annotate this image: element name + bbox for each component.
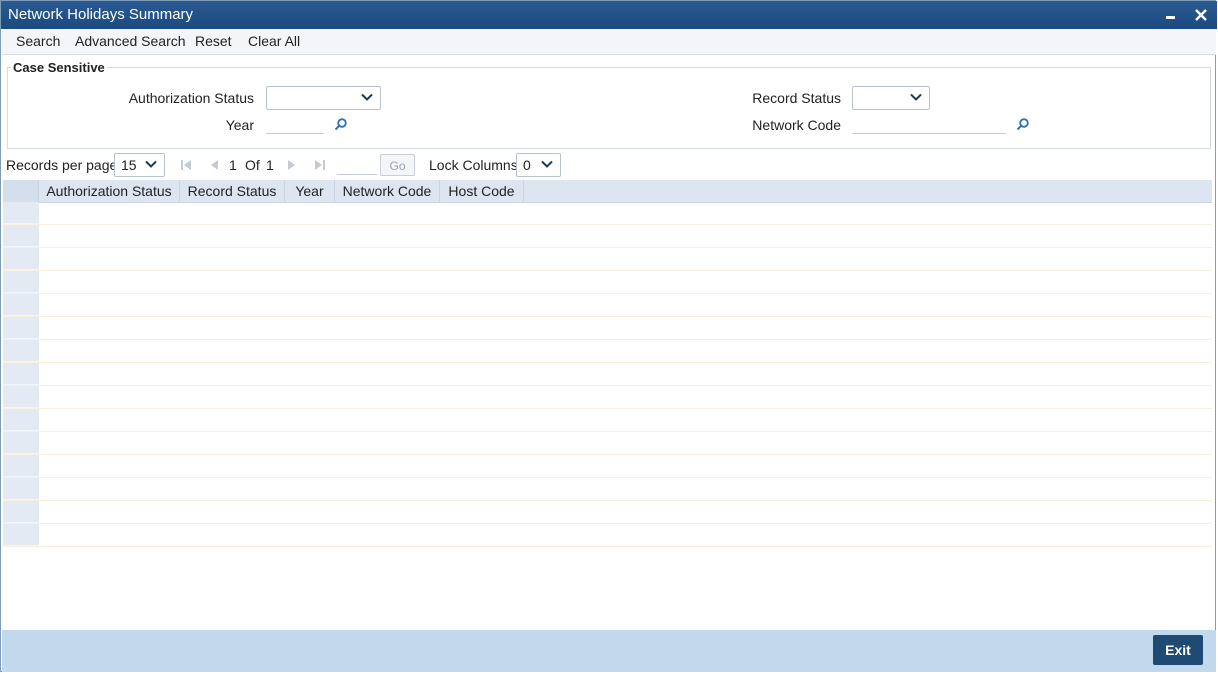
records-per-page-label: Records per page: [6, 157, 118, 173]
search-icon[interactable]: [334, 117, 348, 131]
network-code-label: Network Code: [752, 117, 841, 133]
row-selector[interactable]: [3, 225, 39, 247]
chevron-down-icon: [541, 160, 553, 168]
lock-columns-value: 0: [523, 157, 531, 173]
next-page-icon[interactable]: [286, 159, 298, 171]
of-label: Of: [245, 157, 260, 173]
row-selector[interactable]: [3, 202, 39, 224]
lock-columns-label: Lock Columns: [429, 157, 518, 173]
row-selector[interactable]: [3, 317, 39, 339]
table-row[interactable]: [3, 386, 1212, 409]
record-status-select[interactable]: [852, 86, 930, 110]
case-sensitive-legend: Case Sensitive: [11, 60, 107, 75]
table-row[interactable]: [3, 294, 1212, 317]
search-icon[interactable]: [1016, 117, 1030, 131]
current-page: 1: [229, 157, 237, 173]
records-per-page-value: 15: [121, 157, 137, 173]
column-header-network-code[interactable]: Network Code: [335, 180, 440, 202]
table-row[interactable]: [3, 409, 1212, 432]
column-header-host-code[interactable]: Host Code: [440, 180, 524, 202]
last-page-icon[interactable]: [314, 159, 326, 171]
year-label: Year: [225, 117, 254, 133]
clear-all-button[interactable]: Clear All: [248, 33, 300, 49]
row-selector[interactable]: [3, 294, 39, 316]
network-code-input[interactable]: [852, 114, 1006, 134]
record-status-label: Record Status: [752, 90, 841, 106]
row-selector[interactable]: [3, 248, 39, 270]
minimize-icon[interactable]: [1161, 4, 1181, 26]
title-bar: Network Holidays Summary: [1, 1, 1217, 29]
chevron-down-icon: [361, 93, 373, 101]
window-title: Network Holidays Summary: [8, 6, 194, 23]
grid-header: Authorization Status Record Status Year …: [3, 180, 1212, 203]
reset-button[interactable]: Reset: [195, 33, 232, 49]
table-row[interactable]: [3, 363, 1212, 386]
pagination-bar: Records per page 15 1 Of 1 Lock Columns …: [1, 151, 1217, 179]
total-pages: 1: [266, 157, 274, 173]
row-selector[interactable]: [3, 524, 39, 546]
go-button[interactable]: Go: [380, 154, 415, 176]
toolbar: Search Advanced Search Reset Clear All: [2, 29, 1216, 55]
column-header-authorization-status[interactable]: Authorization Status: [39, 180, 180, 202]
select-all-cell[interactable]: [3, 180, 39, 202]
records-per-page-select[interactable]: 15: [114, 153, 165, 177]
authorization-status-label: Authorization Status: [128, 90, 254, 106]
footer-bar: [2, 630, 1216, 672]
row-selector[interactable]: [3, 271, 39, 293]
authorization-status-select[interactable]: [266, 86, 381, 110]
table-row[interactable]: [3, 524, 1212, 547]
table-row[interactable]: [3, 455, 1212, 478]
table-row[interactable]: [3, 271, 1212, 294]
table-row[interactable]: [3, 501, 1212, 524]
table-row[interactable]: [3, 340, 1212, 363]
exit-button[interactable]: Exit: [1153, 635, 1203, 665]
chevron-down-icon: [910, 93, 922, 101]
row-selector[interactable]: [3, 363, 39, 385]
table-row[interactable]: [3, 248, 1212, 271]
previous-page-icon[interactable]: [208, 159, 220, 171]
year-input[interactable]: [266, 114, 324, 134]
table-row[interactable]: [3, 225, 1212, 248]
row-selector[interactable]: [3, 455, 39, 477]
network-holidays-summary-window: Network Holidays Summary Search Advanced…: [0, 0, 1217, 672]
chevron-down-icon: [145, 160, 157, 168]
search-criteria-panel: [7, 67, 1211, 149]
column-header-year[interactable]: Year: [285, 180, 335, 202]
row-selector[interactable]: [3, 432, 39, 454]
row-selector[interactable]: [3, 478, 39, 500]
table-row[interactable]: [3, 478, 1212, 501]
table-row[interactable]: [3, 202, 1212, 225]
row-selector[interactable]: [3, 340, 39, 362]
goto-page-input[interactable]: [337, 155, 377, 175]
advanced-search-button[interactable]: Advanced Search: [75, 33, 186, 49]
row-selector[interactable]: [3, 501, 39, 523]
lock-columns-select[interactable]: 0: [516, 153, 561, 177]
first-page-icon[interactable]: [180, 159, 192, 171]
row-selector[interactable]: [3, 386, 39, 408]
column-header-record-status[interactable]: Record Status: [180, 180, 285, 202]
search-button[interactable]: Search: [16, 33, 60, 49]
table-row[interactable]: [3, 317, 1212, 340]
table-row[interactable]: [3, 432, 1212, 455]
row-selector[interactable]: [3, 409, 39, 431]
close-icon[interactable]: [1191, 4, 1211, 26]
